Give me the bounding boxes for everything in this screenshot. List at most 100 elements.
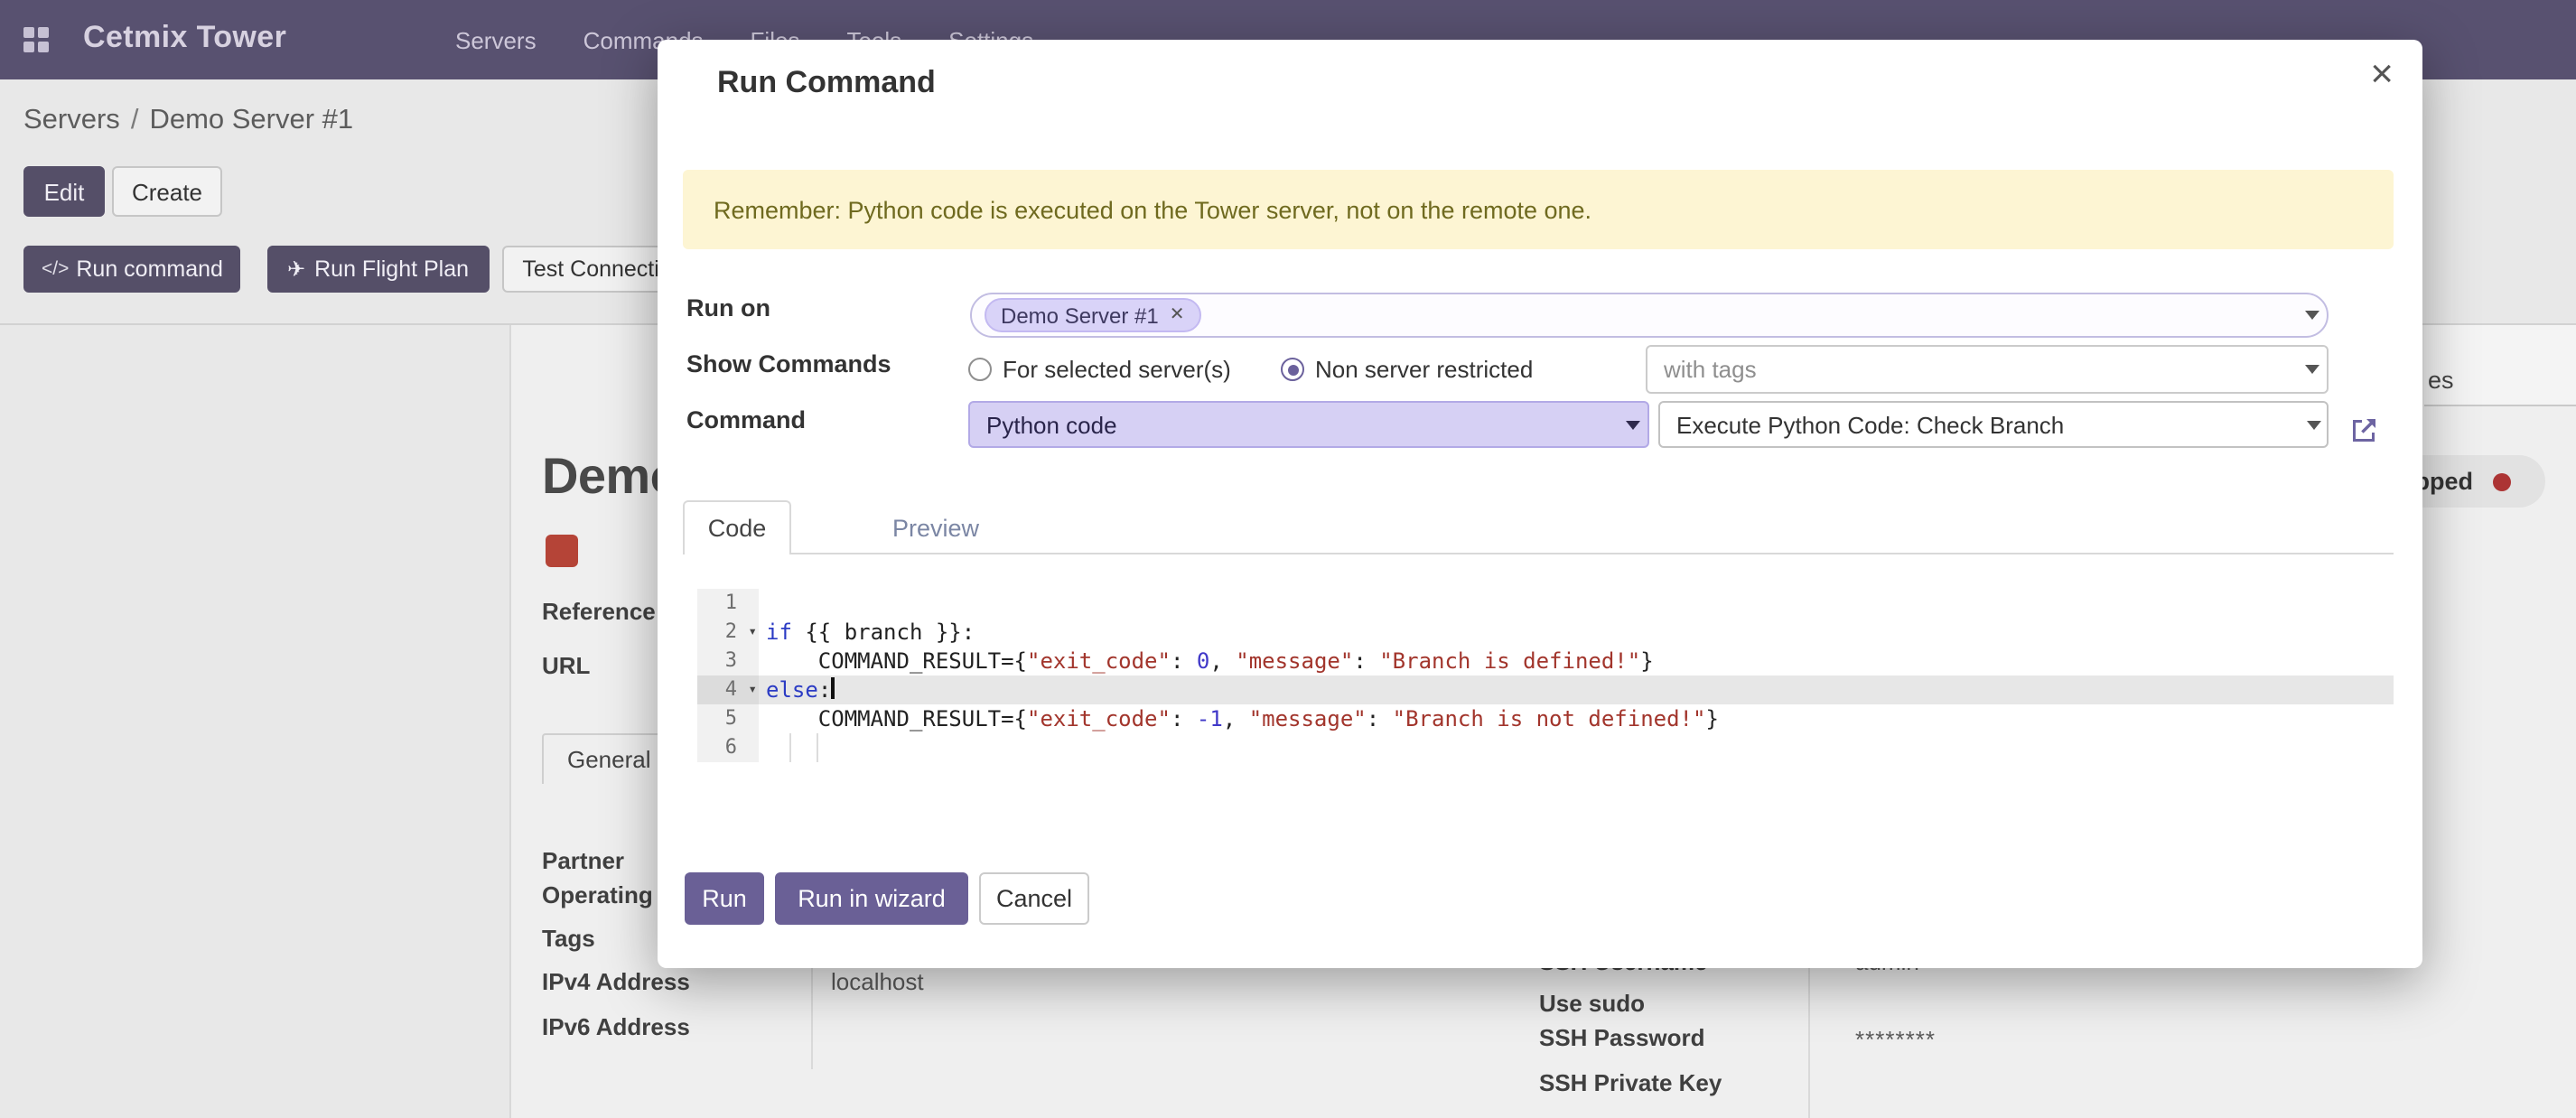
tabs-underline	[683, 553, 2394, 554]
partner-label: Partner	[542, 847, 624, 874]
code-token: "exit_code"	[1027, 706, 1171, 731]
code-token: {{ branch }}:	[792, 620, 975, 645]
breadcrumb-current: Demo Server #1	[149, 105, 353, 135]
run-flight-plan-button[interactable]: ✈ Run Flight Plan	[267, 246, 489, 293]
ipv4-label: IPv4 Address	[542, 968, 690, 995]
right-panel-text-fragment: es	[2428, 367, 2454, 394]
code-token: "message"	[1249, 706, 1367, 731]
line-number: 1	[697, 589, 759, 618]
line-number: 4▾	[697, 675, 759, 704]
code-editor[interactable]: 12▾34▾56 if {{ branch }}: COMMAND_RESULT…	[697, 589, 2394, 766]
apps-grid-icon[interactable]	[23, 27, 51, 54]
app-root: Cetmix Tower Servers Commands Files Tool…	[0, 0, 2576, 1118]
url-label: URL	[542, 652, 590, 679]
breadcrumb-root[interactable]: Servers	[23, 105, 120, 135]
tab-general[interactable]: General	[542, 733, 677, 784]
code-line[interactable]: else:	[759, 675, 2394, 704]
command-type-select[interactable]: Python code	[968, 401, 1649, 448]
code-line[interactable]: COMMAND_RESULT={"exit_code": -1, "messag…	[759, 704, 2394, 733]
ipv6-label: IPv6 Address	[542, 1013, 690, 1040]
radio-selected-servers-label[interactable]: For selected server(s)	[1003, 356, 1231, 383]
run-in-wizard-button[interactable]: Run in wizard	[775, 872, 968, 925]
code-line[interactable]	[759, 589, 2394, 618]
radio-non-restricted[interactable]	[1281, 358, 1304, 381]
ssh-private-key-label: SSH Private Key	[1539, 1069, 1722, 1096]
run-command-button[interactable]: </> Run command	[23, 246, 241, 293]
code-token: "exit_code"	[1027, 648, 1171, 674]
command-type-value: Python code	[986, 411, 1117, 438]
line-number: 3	[697, 647, 759, 675]
code-token: "Branch is not defined!"	[1393, 706, 1706, 731]
run-flight-plan-label: Run Flight Plan	[314, 256, 469, 282]
warning-alert-text: Remember: Python code is executed on the…	[714, 196, 1591, 223]
server-color-swatch[interactable]	[546, 535, 578, 567]
tab-preview[interactable]: Preview	[867, 500, 1004, 554]
code-token: COMMAND_RESULT={	[766, 648, 1027, 674]
tags-caret-icon	[2305, 365, 2319, 374]
run-in-wizard-label: Run in wizard	[798, 885, 946, 912]
line-number: 6	[697, 733, 759, 762]
tab-code-label: Code	[708, 515, 767, 542]
fold-icon[interactable]: ▾	[748, 675, 757, 704]
code-line[interactable]: COMMAND_RESULT={"exit_code": 0, "message…	[759, 647, 2394, 675]
warning-alert: Remember: Python code is executed on the…	[683, 170, 2394, 249]
tags-filter-placeholder: with tags	[1664, 356, 1757, 383]
command-label: Command	[686, 406, 806, 433]
chip-remove-icon[interactable]: ✕	[1170, 305, 1185, 325]
code-token: 0	[1197, 648, 1209, 674]
code-token: :	[1367, 706, 1393, 731]
tags-filter-select[interactable]: with tags	[1646, 345, 2329, 394]
modal-title: Run Command	[717, 65, 936, 101]
create-button[interactable]: Create	[112, 166, 222, 217]
show-commands-label: Show Commands	[686, 350, 891, 377]
status-dot-icon	[2493, 472, 2511, 490]
ssh-password-label: SSH Password	[1539, 1024, 1705, 1051]
use-sudo-label: Use sudo	[1539, 990, 1645, 1017]
external-link-icon[interactable]	[2350, 415, 2379, 444]
create-button-label: Create	[132, 178, 202, 205]
run-on-label: Run on	[686, 294, 770, 321]
fold-icon[interactable]: ▾	[748, 618, 757, 647]
command-select-value: Execute Python Code: Check Branch	[1676, 411, 2064, 438]
nav-item-servers[interactable]: Servers	[455, 26, 537, 53]
code-token: ,	[1223, 706, 1249, 731]
cancel-button-label: Cancel	[996, 885, 1072, 912]
tab-general-label: General	[567, 746, 651, 773]
tab-preview-label: Preview	[892, 514, 979, 541]
command-select[interactable]: Execute Python Code: Check Branch	[1658, 401, 2329, 448]
code-line[interactable]	[759, 733, 2394, 762]
edit-button[interactable]: Edit	[23, 166, 105, 217]
code-token: :	[818, 677, 831, 703]
code-token: COMMAND_RESULT={	[766, 706, 1027, 731]
breadcrumb: Servers/Demo Server #1	[23, 105, 353, 137]
ipv4-value: localhost	[831, 968, 924, 995]
code-lines: if {{ branch }}: COMMAND_RESULT={"exit_c…	[759, 589, 2394, 762]
server-chip[interactable]: Demo Server #1 ✕	[985, 298, 1201, 332]
code-token: :	[1171, 648, 1197, 674]
cancel-button[interactable]: Cancel	[979, 872, 1089, 925]
radio-selected-servers[interactable]	[968, 358, 992, 381]
code-token: }	[1640, 648, 1653, 674]
run-button[interactable]: Run	[685, 872, 764, 925]
code-token: :	[1171, 706, 1197, 731]
run-on-select[interactable]: Demo Server #1 ✕	[970, 293, 2329, 338]
tab-code[interactable]: Code	[683, 500, 791, 554]
code-token: "message"	[1236, 648, 1353, 674]
tags-label: Tags	[542, 925, 595, 952]
line-number: 5	[697, 704, 759, 733]
line-number: 2▾	[697, 618, 759, 647]
code-line[interactable]: if {{ branch }}:	[759, 618, 2394, 647]
gutter: 12▾34▾56	[697, 589, 759, 762]
app-brand[interactable]: Cetmix Tower	[83, 20, 286, 56]
close-icon[interactable]: ×	[2370, 54, 2394, 94]
code-token: :	[1353, 648, 1379, 674]
command-caret-icon	[2307, 421, 2321, 430]
radio-non-restricted-label[interactable]: Non server restricted	[1315, 356, 1533, 383]
code-token: ,	[1209, 648, 1236, 674]
text-cursor	[831, 677, 834, 699]
reference-label: Reference	[542, 598, 656, 625]
code-icon: </>	[42, 258, 69, 280]
code-token: -1	[1197, 706, 1223, 731]
server-chip-label: Demo Server #1	[1001, 303, 1159, 328]
edit-button-label: Edit	[44, 178, 85, 205]
